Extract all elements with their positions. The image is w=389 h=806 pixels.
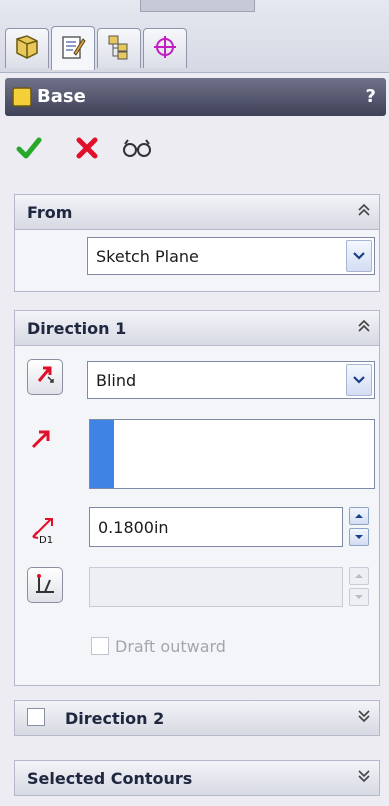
cancel-x-icon [75,136,99,164]
collapse-chevron-icon[interactable] [357,202,371,222]
feature-title: Base [37,86,86,107]
from-start-condition-select[interactable]: Sketch Plane [87,237,375,275]
spin-down-button[interactable] [349,528,369,546]
from-group-header[interactable]: From [15,195,379,230]
direction-2-group: Direction 2 [14,700,380,736]
manager-tab-strip [0,0,389,73]
direction-2-checkbox[interactable] [27,708,45,726]
tab-dimxpert-manager[interactable] [143,28,187,68]
property-manager-title-bar: Base ? [5,78,386,116]
reverse-direction-icon [33,363,57,391]
spin-up-button[interactable] [349,567,369,585]
ok-check-icon [16,136,42,164]
draft-outward-label: Draft outward [115,637,226,656]
pane-splitter-handle[interactable] [140,0,255,12]
expand-chevron-icon[interactable] [357,768,371,788]
spin-down-button[interactable] [349,588,369,606]
expand-chevron-icon[interactable] [357,708,371,728]
direction-1-group-header[interactable]: Direction 1 [15,311,379,346]
direction-2-group-title: Direction 2 [65,709,165,728]
configuration-manager-icon [105,33,133,65]
selected-contours-group-header[interactable]: Selected Contours [15,761,379,795]
draft-angle-input[interactable] [89,567,343,607]
end-condition-value: Blind [96,371,137,390]
tab-feature-manager[interactable] [5,28,49,68]
from-group: From Sketch Plane [14,194,380,292]
direction-arrow-icon [29,427,53,455]
chevron-down-icon[interactable] [346,240,372,272]
end-condition-select[interactable]: Blind [87,361,375,399]
draft-angle-spinner[interactable] [349,567,371,607]
direction-1-group: Direction 1 Blind D1 0.1800in Draft outw… [14,310,380,686]
selected-contours-group-title: Selected Contours [27,769,193,788]
tab-configuration-manager[interactable] [97,28,141,68]
cancel-button[interactable] [72,135,102,165]
direction-1-group-title: Direction 1 [27,319,127,338]
selection-focus-bar [90,420,114,488]
detailed-preview-icon [122,137,152,163]
depth-dimension-icon: D1 [27,511,63,549]
direction-2-group-header[interactable]: Direction 2 [15,701,379,735]
from-group-title: From [27,203,73,222]
base-feature-icon [11,86,33,113]
selected-contours-group: Selected Contours [14,760,380,796]
reverse-direction-button[interactable] [27,359,63,395]
depth-value: 0.1800in [98,518,169,537]
collapse-chevron-icon[interactable] [357,318,371,338]
spin-up-button[interactable] [349,507,369,525]
help-button[interactable]: ? [366,86,376,107]
tab-property-manager[interactable] [51,26,95,70]
property-manager-icon [59,33,87,65]
detailed-preview-button[interactable] [122,135,152,165]
depth-spinner[interactable] [349,507,371,547]
svg-text:D1: D1 [39,535,53,545]
depth-input[interactable]: 0.1800in [89,507,343,547]
draft-outward-checkbox[interactable] [91,637,109,655]
draft-icon [33,571,57,599]
ok-button[interactable] [14,135,44,165]
draft-on-off-button[interactable] [27,567,63,603]
feature-manager-icon [13,33,41,65]
dimxpert-manager-icon [151,33,179,65]
direction-selection-box[interactable] [89,419,375,489]
chevron-down-icon[interactable] [346,364,372,396]
from-select-value: Sketch Plane [96,247,199,266]
